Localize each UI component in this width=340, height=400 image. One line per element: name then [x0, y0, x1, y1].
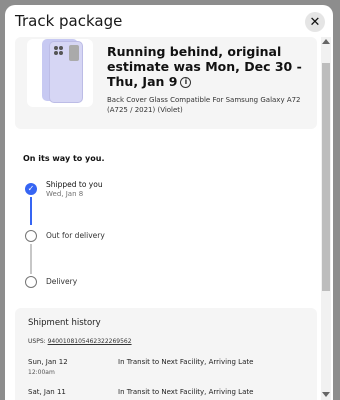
history-event-time: 12:00am — [28, 369, 55, 376]
camera-lens-dot — [59, 46, 63, 50]
phone-back-cover-shape-front — [49, 41, 83, 103]
scrollbar-thumb[interactable] — [322, 63, 330, 291]
step-date-shipped: Wed, Jan 8 — [46, 190, 84, 198]
history-event-date: Sat, Jan 11 — [28, 388, 66, 396]
scroll-up-arrow-icon[interactable] — [322, 39, 330, 44]
tracking-heading: On its way to you. — [23, 154, 105, 163]
tracking-number-link[interactable]: 9400108105462322269562 — [48, 338, 132, 345]
shipment-history-title: Shipment history — [28, 318, 101, 328]
track-package-modal: Track package ✕ Running behind, original… — [5, 5, 333, 400]
scrollbar[interactable] — [321, 37, 331, 400]
step-shipped-check-icon: ✓ — [25, 183, 37, 195]
progress-line-pending — [30, 244, 32, 274]
camera-lens-dot — [59, 51, 63, 55]
package-summary-card: Running behind, original estimate was Mo… — [15, 37, 317, 129]
shipment-history-card: Shipment history USPS: 94001081054623222… — [15, 308, 317, 400]
close-button[interactable]: ✕ — [305, 12, 325, 32]
carrier-label: USPS: — [28, 338, 46, 345]
tracking-number-row: USPS: 9400108105462322269562 — [28, 338, 132, 345]
history-event-date: Sun, Jan 12 — [28, 358, 68, 366]
delivery-status-title: Running behind, original estimate was Mo… — [107, 44, 307, 89]
product-image — [27, 39, 93, 107]
camera-module — [69, 45, 79, 61]
info-icon[interactable]: i — [180, 77, 192, 88]
step-label-shipped: Shipped to you — [46, 180, 103, 189]
product-name: Back Cover Glass Compatible For Samsung … — [107, 96, 301, 114]
delivery-status-text: Running behind, original estimate was Mo… — [107, 44, 302, 89]
step-out-for-delivery-dot — [25, 230, 37, 242]
step-label-delivery: Delivery — [46, 277, 78, 286]
modal-title: Track package — [15, 12, 123, 30]
camera-lens-dot — [54, 46, 58, 50]
progress-line-complete — [30, 197, 32, 225]
history-event-description: In Transit to Next Facility, Arriving La… — [118, 388, 254, 396]
step-delivery-dot — [25, 276, 37, 288]
scroll-down-arrow-icon[interactable] — [322, 392, 330, 397]
history-event-description: In Transit to Next Facility, Arriving La… — [118, 358, 254, 366]
close-icon: ✕ — [309, 14, 321, 30]
camera-lens-dot — [54, 51, 58, 55]
modal-content[interactable]: Running behind, original estimate was Mo… — [5, 37, 321, 400]
step-label-out-for-delivery: Out for delivery — [46, 231, 105, 240]
